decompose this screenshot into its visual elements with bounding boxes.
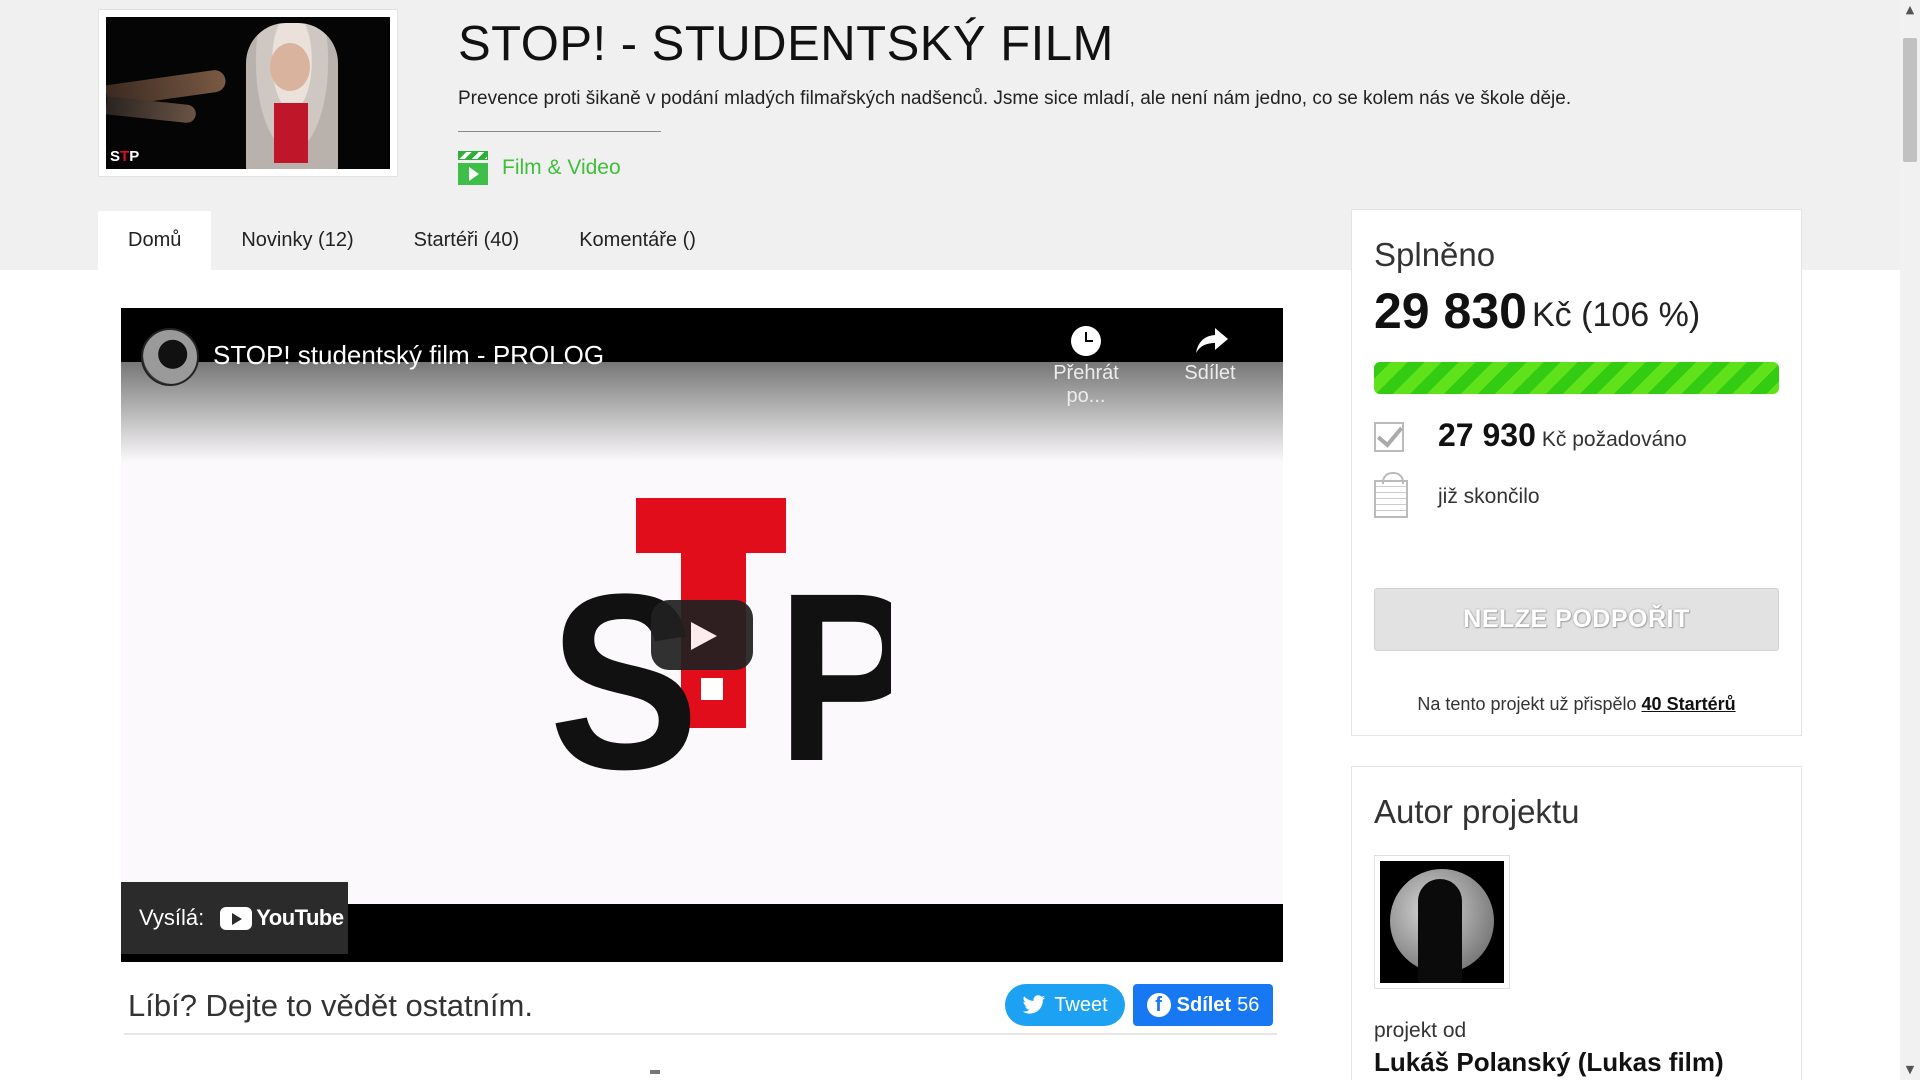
film-clapper-icon — [458, 149, 488, 187]
broadcast-label: Vysílá: — [139, 905, 205, 930]
funding-heading: Splněno — [1374, 236, 1496, 273]
author-card: Autor projektu projekt od Lukáš Polanský… — [1351, 766, 1802, 1080]
required-amount: 27 930 — [1438, 416, 1536, 453]
youtube-watermark[interactable]: Vysílá: YouTube — [121, 882, 348, 954]
video-title[interactable]: STOP! studentský film - PROLOG — [213, 340, 604, 371]
required-label: Kč požadováno — [1541, 427, 1687, 451]
twitter-bird-icon — [1022, 995, 1046, 1014]
tweet-button[interactable]: Tweet — [1005, 984, 1125, 1026]
tab-comments[interactable]: Komentáře () — [549, 211, 726, 270]
scroll-up-arrow-icon[interactable]: ▲ — [1900, 0, 1920, 20]
project-tabs: Domů Novinky (12) Startéři (40) Komentář… — [98, 211, 726, 270]
funded-currency-percent: Kč (106 %) — [1532, 296, 1701, 334]
tab-starters[interactable]: Startéři (40) — [383, 211, 550, 270]
page-scrollbar[interactable]: ▲ ▼ — [1900, 0, 1920, 1080]
contributors-text: Na tento projekt už přispělo — [1417, 694, 1637, 714]
thumbnail-stop-logo: STP — [110, 148, 140, 165]
stop-logo-letter-p: P — [777, 543, 891, 788]
silhouette-graphic — [1418, 879, 1462, 983]
clock-icon — [1071, 326, 1101, 356]
video-share-button[interactable]: Sdílet — [1155, 326, 1265, 385]
youtube-wordmark: YouTube — [256, 905, 344, 930]
page-title: STOP! - STUDENTSKÝ FILM — [458, 17, 1114, 71]
girl-shirt-graphic — [274, 103, 308, 163]
tab-news[interactable]: Novinky (12) — [211, 211, 384, 270]
thumbnail-image: STP — [106, 17, 390, 169]
author-heading: Autor projektu — [1374, 793, 1580, 830]
scroll-down-arrow-icon[interactable]: ▼ — [1900, 1060, 1920, 1080]
play-button[interactable] — [651, 600, 753, 670]
funded-amount: 29 830 — [1374, 283, 1527, 339]
category-label: Film & Video — [502, 156, 621, 179]
youtube-play-icon — [220, 906, 253, 930]
divider — [124, 1033, 1277, 1035]
funding-progress-fill — [1374, 362, 1779, 394]
video-player[interactable]: STOP! studentský film - PROLOG Přehrát p… — [121, 308, 1283, 962]
tweet-label: Tweet — [1054, 993, 1108, 1016]
tab-home[interactable]: Domů — [98, 211, 212, 270]
girl-face-graphic — [270, 43, 310, 91]
youtube-logo: YouTube — [220, 905, 344, 931]
facebook-share-count: 56 — [1237, 993, 1260, 1016]
starters-link[interactable]: 40 Startérů — [1642, 694, 1736, 714]
required-row: 27 930 Kč požadováno — [1374, 414, 1687, 456]
project-thumbnail[interactable]: STP — [98, 9, 398, 177]
project-description: Prevence proti šikaně v podání mladých f… — [458, 88, 1572, 109]
author-avatar[interactable] — [1374, 855, 1510, 989]
channel-avatar[interactable] — [141, 328, 199, 386]
calendar-icon — [1374, 472, 1408, 518]
watch-later-button[interactable]: Přehrát po... — [1031, 326, 1141, 408]
funding-progress-bar — [1374, 362, 1779, 394]
facebook-share-label: Sdílet — [1176, 993, 1232, 1016]
checkbox-icon — [1374, 422, 1404, 452]
share-prompt: Líbí? Dejte to vědět ostatním. — [128, 988, 533, 1023]
category-link[interactable]: Film & Video — [458, 149, 621, 187]
author-name-link[interactable]: Lukáš Polanský (Lukas film) — [1374, 1047, 1724, 1078]
share-arrow-icon — [1195, 326, 1228, 356]
pointing-hand-graphic — [106, 96, 197, 124]
next-section-hint — [650, 1070, 660, 1074]
divider — [458, 131, 661, 132]
deadline-status: již skončilo — [1438, 485, 1540, 508]
scrollbar-thumb[interactable] — [1903, 38, 1917, 162]
facebook-share-button[interactable]: f Sdílet 56 — [1133, 984, 1273, 1026]
contributors-note: Na tento projekt už přispělo 40 Startérů — [1352, 694, 1801, 715]
facebook-icon: f — [1146, 993, 1171, 1017]
video-share-label: Sdílet — [1184, 362, 1236, 384]
funding-card: Splněno 29 830 Kč (106 %) 27 930 Kč požad… — [1351, 209, 1802, 736]
project-by-label: projekt od — [1374, 1019, 1467, 1042]
watch-later-label: Přehrát po... — [1053, 362, 1119, 407]
deadline-row: již skončilo — [1374, 472, 1540, 518]
support-button-disabled[interactable]: NELZE PODPOŘIT — [1374, 588, 1779, 651]
